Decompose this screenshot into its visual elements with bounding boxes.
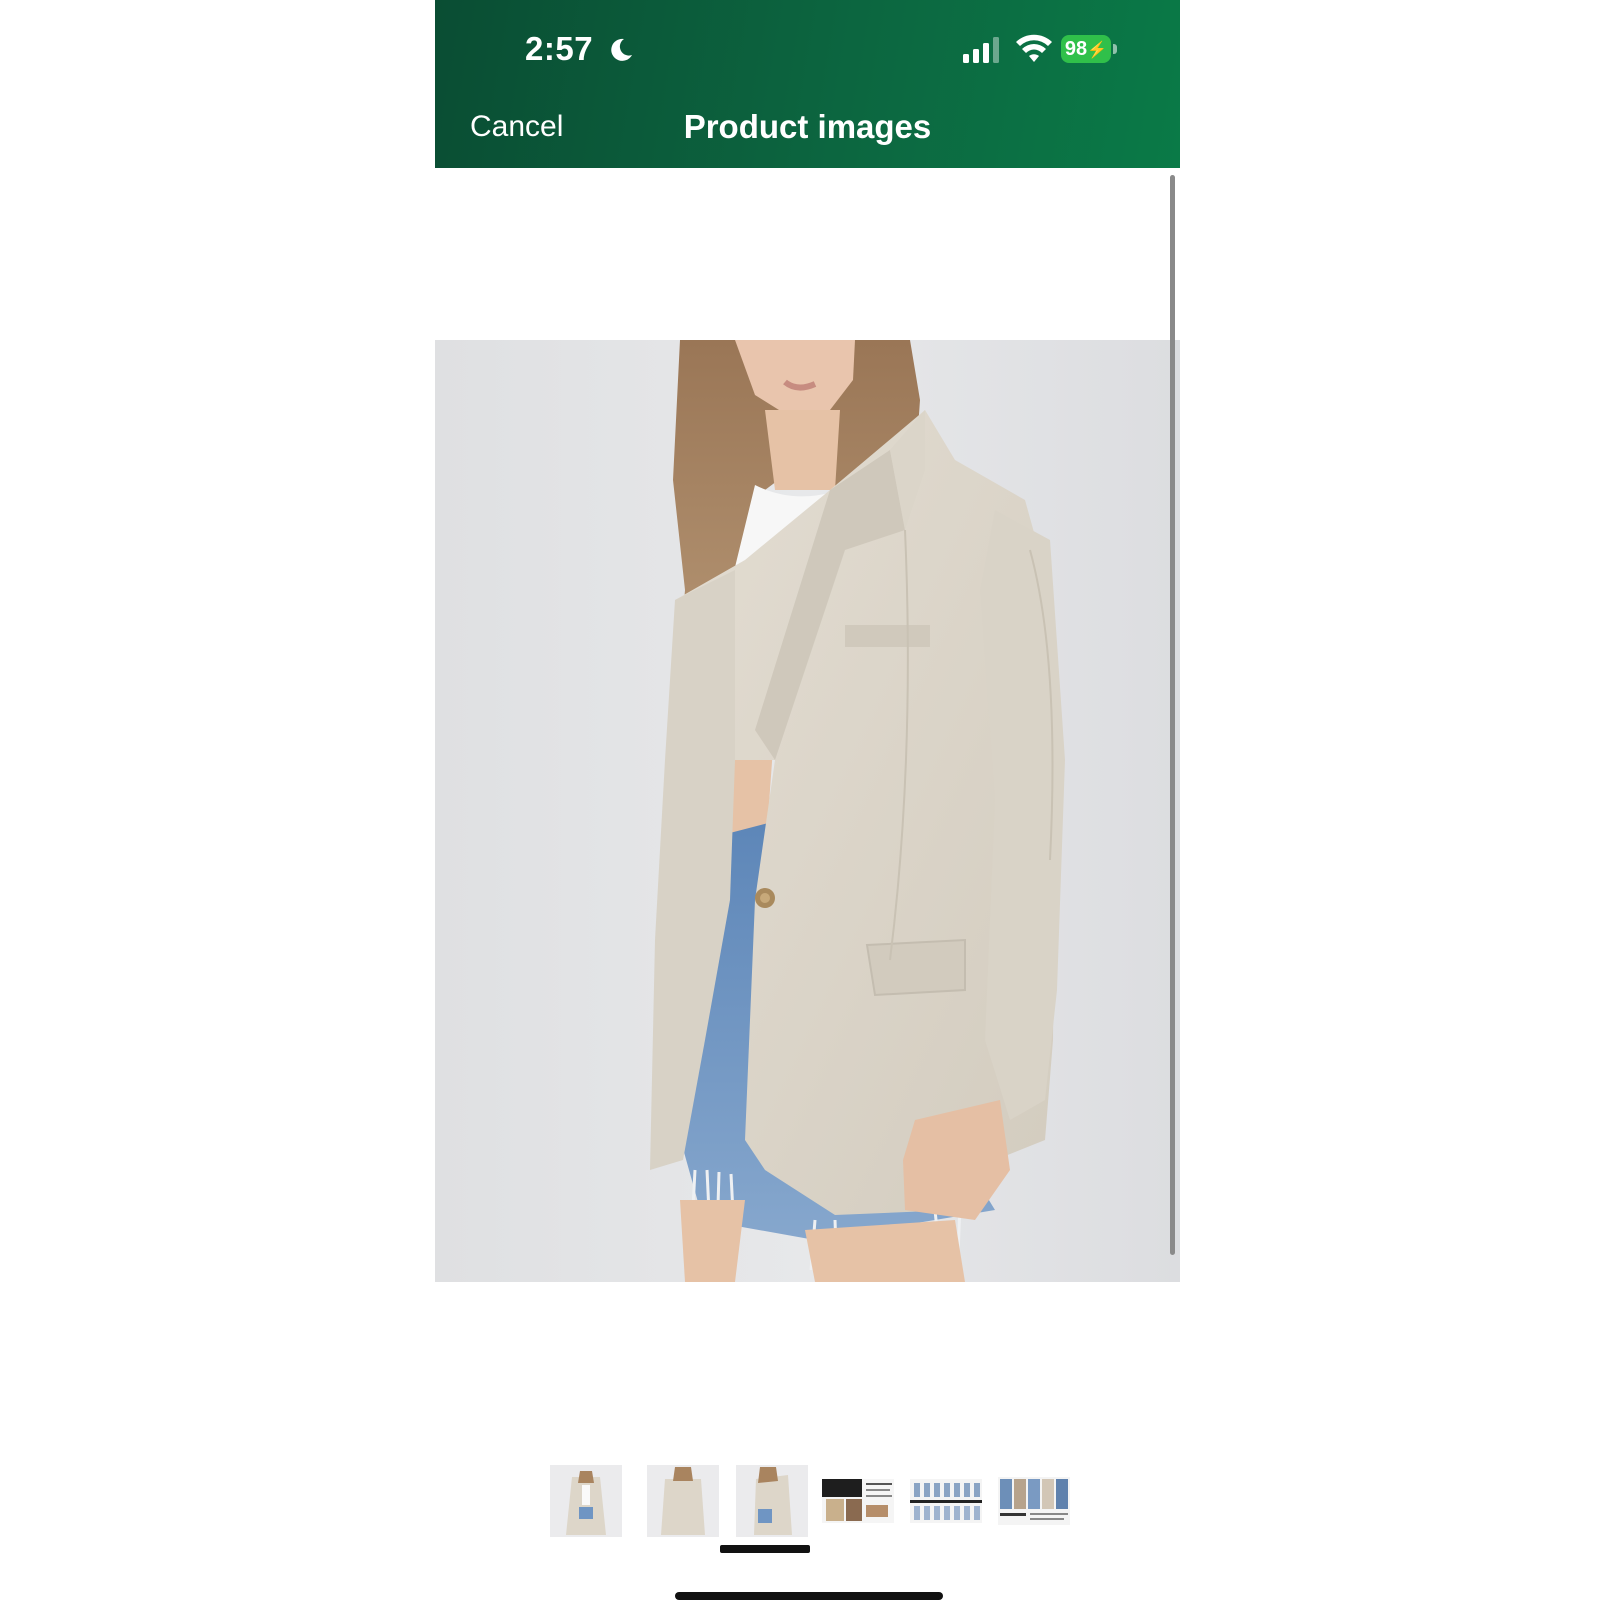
phone-screen: 2:57 98⚡ Cancel Product images bbox=[435, 0, 1180, 1600]
home-indicator[interactable] bbox=[675, 1592, 943, 1600]
cellular-signal-icon bbox=[963, 37, 999, 63]
blazer-photo bbox=[435, 340, 1180, 1282]
battery-tip bbox=[1113, 44, 1117, 54]
battery-charging-icon: 98⚡ bbox=[1061, 35, 1119, 63]
battery-percentage: 98⚡ bbox=[1061, 35, 1111, 63]
product-image[interactable] bbox=[435, 340, 1180, 1282]
thumbnail-4[interactable] bbox=[822, 1479, 894, 1523]
thumbnail-strip bbox=[550, 1465, 1070, 1537]
page-title: Product images bbox=[683, 108, 932, 145]
thumbnail-3-selected[interactable] bbox=[736, 1465, 808, 1537]
selected-thumbnail-indicator bbox=[720, 1545, 810, 1553]
thumbnail-2[interactable] bbox=[647, 1465, 719, 1537]
vertical-scrollbar[interactable] bbox=[1170, 175, 1175, 1255]
thumbnail-1[interactable] bbox=[550, 1465, 622, 1537]
status-time: 2:57 bbox=[525, 30, 594, 67]
thumbnail-6[interactable] bbox=[998, 1477, 1070, 1525]
navigation-header: 2:57 98⚡ Cancel Product images bbox=[435, 0, 1180, 168]
moon-icon bbox=[611, 38, 632, 61]
wifi-icon bbox=[1016, 34, 1052, 62]
thumbnail-5[interactable] bbox=[910, 1479, 982, 1523]
